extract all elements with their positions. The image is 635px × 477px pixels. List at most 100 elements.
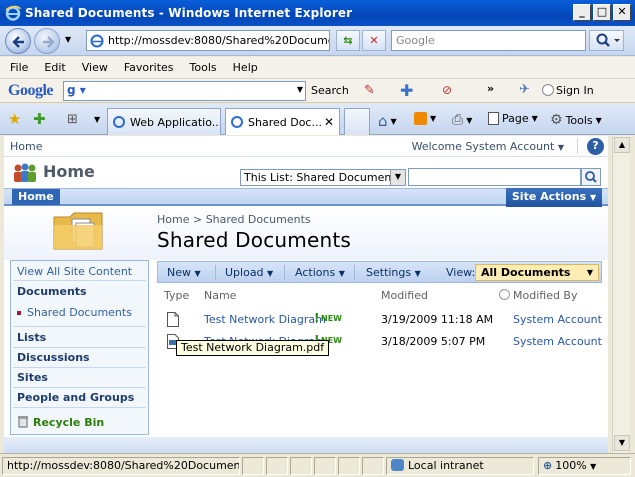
column-modified-by[interactable]: Modified By <box>513 289 578 302</box>
forward-arrow-icon <box>43 36 55 48</box>
more-chevron-icon[interactable]: » <box>487 82 494 95</box>
menu-help[interactable]: Help <box>233 61 258 74</box>
status-cell <box>266 457 288 475</box>
page-title: Shared Documents <box>157 228 352 252</box>
stop-button[interactable]: ✕ <box>362 30 386 51</box>
quick-launch-documents[interactable]: Documents <box>17 285 87 298</box>
upload-menu[interactable]: Upload ▼ <box>225 266 273 279</box>
view-selected-value: All Documents <box>481 266 571 279</box>
menu-bar: File Edit View Favorites Tools Help <box>0 57 635 79</box>
intranet-globe-icon <box>391 459 404 471</box>
scroll-up-icon[interactable]: ▲ <box>614 137 630 153</box>
sharepoint-page: Home Welcome System Account ▼ ? Home Thi… <box>4 136 608 453</box>
window-titlebar: Shared Documents - Windows Internet Expl… <box>0 0 635 26</box>
column-modified[interactable]: Modified <box>381 289 428 302</box>
modified-by-link[interactable]: System Account <box>513 313 602 326</box>
address-bar[interactable]: http://mossdev:8080/Shared%20Document <box>86 30 330 51</box>
view-all-site-content-link[interactable]: View All Site Content <box>17 265 132 278</box>
new-tab-button[interactable] <box>344 108 370 135</box>
zoom-level[interactable]: ⊕ 100% ▼ <box>538 457 631 475</box>
page-footer-strip <box>4 437 608 453</box>
quick-launch-recycle-bin[interactable]: Recycle Bin <box>17 415 104 429</box>
vertical-scrollbar[interactable]: ▲ ▼ <box>612 136 630 453</box>
quick-launch-sites[interactable]: Sites <box>17 371 48 384</box>
new-menu[interactable]: New ▼ <box>167 266 201 279</box>
topnav-home-tab[interactable]: Home <box>12 189 60 205</box>
wrench-icon[interactable]: ✈ <box>519 82 530 97</box>
history-dropdown-icon[interactable]: ▼ <box>65 35 71 44</box>
address-url: http://mossdev:8080/Shared%20Document <box>108 34 330 47</box>
gear-icon: ⚙ <box>550 112 563 128</box>
quick-tabs-icon[interactable]: ⊞ <box>67 112 78 127</box>
google-dropdown-icon[interactable]: ▼ <box>297 85 303 94</box>
site-title[interactable]: Home <box>43 162 95 181</box>
ie-logo-icon <box>5 5 21 21</box>
view-selector[interactable]: All Documents ▼ <box>475 264 599 281</box>
tools-menu[interactable]: ⚙ Tools ▼ <box>550 112 602 128</box>
menu-favorites[interactable]: Favorites <box>124 61 174 74</box>
welcome-menu[interactable]: Welcome System Account ▼ <box>412 140 564 153</box>
page-menu[interactable]: Page ▼ <box>488 112 538 125</box>
tab-list-dropdown-icon[interactable]: ▼ <box>94 115 100 124</box>
tab-shared-documents[interactable]: Shared Doc... ✕ <box>225 108 340 135</box>
sp-top-navigation: Home Site Actions ▼ <box>4 188 608 207</box>
sp-search-button[interactable] <box>581 168 601 186</box>
sp-search-input[interactable] <box>408 168 581 186</box>
add-favorite-icon[interactable]: ✚ <box>33 110 46 128</box>
ie-search-input[interactable]: Google <box>391 30 586 51</box>
menu-tools[interactable]: Tools <box>190 61 217 74</box>
status-bar: http://mossdev:8080/Shared%20Documents/T… <box>0 453 635 477</box>
address-toolbar: ▼ http://mossdev:8080/Shared%20Document … <box>0 26 635 56</box>
site-actions-menu[interactable]: Site Actions ▼ <box>506 188 602 207</box>
table-row[interactable]: Test Network Diagram ! NEW 3/19/2009 11:… <box>157 309 602 331</box>
plus-icon[interactable]: ✚ <box>400 81 413 100</box>
status-cell <box>242 457 264 475</box>
breadcrumb[interactable]: Home > Shared Documents <box>157 213 311 226</box>
minimize-button[interactable]: _ <box>573 4 591 21</box>
modified-by-link[interactable]: System Account <box>513 335 602 348</box>
google-search-button[interactable]: Search <box>311 84 349 97</box>
status-cell <box>362 457 384 475</box>
favorites-star-icon[interactable]: ★ <box>8 110 21 128</box>
settings-menu-label: Settings <box>366 266 412 279</box>
forward-button[interactable] <box>34 28 60 54</box>
bookmark-icon[interactable]: ✎ <box>364 83 375 98</box>
sp-global-bar: Home Welcome System Account ▼ ? <box>4 136 608 157</box>
scroll-down-icon[interactable]: ▼ <box>614 435 630 451</box>
search-scope-select[interactable]: This List: Shared Documents ▼ <box>240 169 406 186</box>
close-window-button[interactable]: ✕ <box>613 4 631 21</box>
menu-file[interactable]: File <box>10 61 28 74</box>
google-search-input[interactable]: g ▾ ▼ <box>63 81 306 101</box>
site-people-icon <box>14 163 36 182</box>
quick-launch-discussions[interactable]: Discussions <box>17 351 90 364</box>
document-library-folder-icon <box>53 212 103 250</box>
back-button[interactable] <box>5 28 31 54</box>
column-type[interactable]: Type <box>164 289 189 302</box>
settings-menu[interactable]: Settings ▼ <box>366 266 421 279</box>
status-url: http://mossdev:8080/Shared%20Documents/T… <box>2 457 240 475</box>
ie-page-icon <box>113 116 125 128</box>
actions-menu[interactable]: Actions ▼ <box>295 266 345 279</box>
document-name-link[interactable]: Test Network Diagram <box>204 313 326 326</box>
print-icon[interactable]: ⎙ ▼ <box>452 112 472 128</box>
column-name[interactable]: Name <box>204 289 236 302</box>
maximize-button[interactable]: □ <box>593 4 611 21</box>
google-sign-in[interactable]: Sign In <box>556 84 594 97</box>
ie-search-button[interactable] <box>589 30 624 51</box>
popup-blocker-icon[interactable]: ⊘ <box>442 83 452 97</box>
menu-view[interactable]: View <box>82 61 108 74</box>
quick-launch-lists[interactable]: Lists <box>17 331 46 344</box>
quick-launch-people-and-groups[interactable]: People and Groups <box>17 391 134 404</box>
security-zone[interactable]: Local intranet <box>386 457 534 475</box>
sp-global-home-link[interactable]: Home <box>10 140 42 153</box>
close-tab-icon[interactable]: ✕ <box>324 115 334 129</box>
feeds-icon[interactable]: ▼ <box>414 112 436 125</box>
tools-menu-label: Tools <box>565 113 593 127</box>
tab-web-applications[interactable]: Web Applicatio... <box>107 108 221 135</box>
menu-edit[interactable]: Edit <box>44 61 65 74</box>
home-icon[interactable]: ⌂ ▼ <box>378 112 397 130</box>
select-all-checkbox-icon[interactable] <box>499 289 510 300</box>
refresh-button[interactable]: ⇆ <box>336 30 360 51</box>
quick-launch-shared-documents[interactable]: Shared Documents <box>17 306 132 319</box>
help-icon[interactable]: ? <box>587 138 604 155</box>
